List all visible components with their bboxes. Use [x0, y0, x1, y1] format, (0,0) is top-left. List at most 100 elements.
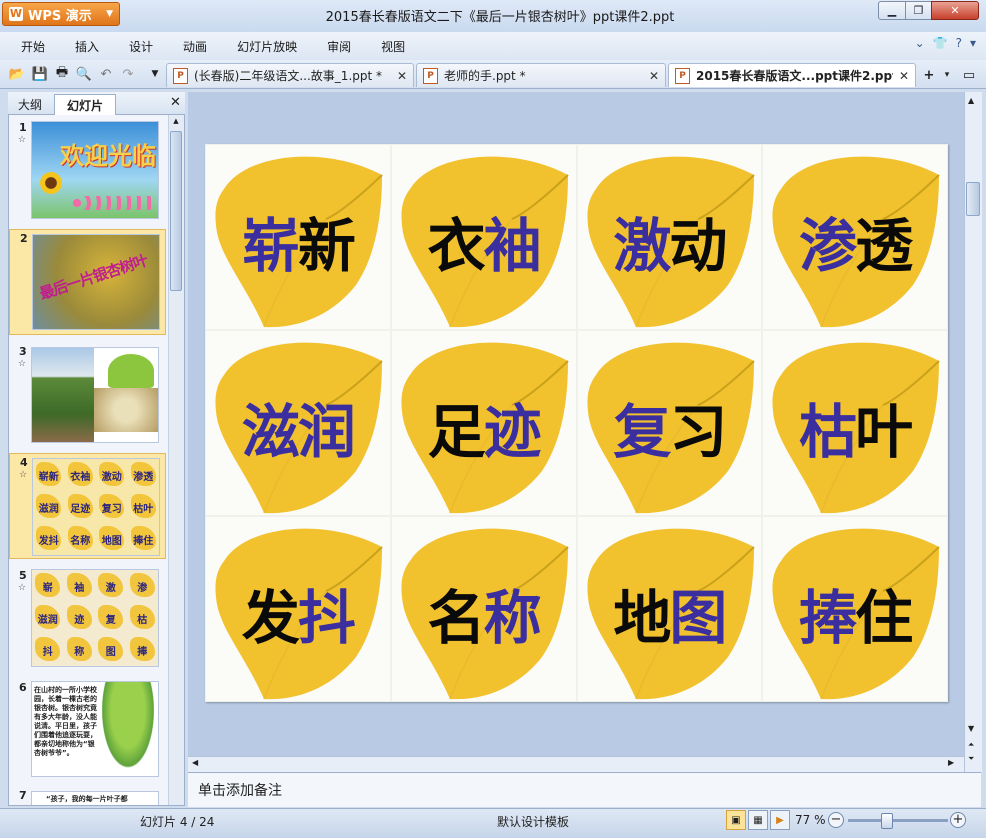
word-card: 滋润: [205, 330, 391, 516]
tab-outline[interactable]: 大纲: [10, 94, 50, 114]
slideshow-button[interactable]: ▶: [770, 810, 790, 830]
word-character: 枯: [799, 398, 857, 466]
normal-view-button[interactable]: ▣: [726, 810, 746, 830]
scroll-up-icon[interactable]: ▲: [968, 96, 974, 105]
thumbnail-word: 名称: [65, 523, 97, 555]
scroll-up-icon[interactable]: ▲: [171, 117, 181, 125]
word-card: 崭新: [205, 144, 391, 330]
tab-label: 老师的手.ppt *: [444, 69, 526, 83]
thumbnail-word-text: 崭: [42, 582, 53, 594]
thumbnail-slide-3[interactable]: 3 ☆: [9, 343, 166, 443]
shirt-skin-icon[interactable]: 👕: [933, 36, 948, 50]
next-slide-icon[interactable]: ⏷: [968, 754, 974, 764]
thumbnail-image: “孩子，我的每一片叶子都: [31, 791, 159, 805]
previous-slide-icon[interactable]: ⏶: [968, 740, 974, 750]
word-card: 捧住: [762, 516, 948, 702]
thumbnail-word-text: 称: [74, 646, 85, 658]
scrollbar-thumb[interactable]: [170, 131, 182, 291]
current-slide[interactable]: 崭新 衣袖 激动 渗透 滋润 足迹 复习 枯叶 发抖 名称 地图 捧住: [205, 144, 948, 702]
quick-access-dropdown-icon[interactable]: ▼: [146, 65, 164, 83]
zoom-slider-thumb[interactable]: [881, 813, 893, 829]
zoom-in-button[interactable]: +: [950, 812, 966, 828]
close-icon[interactable]: ✕: [899, 69, 909, 83]
zoom-out-button[interactable]: −: [828, 812, 844, 828]
thumbnail-word: 枯: [127, 602, 159, 634]
thumbnail-word-text: 复习: [101, 503, 122, 515]
chevron-down-icon[interactable]: ▾: [970, 36, 976, 50]
menu-view[interactable]: 视图: [366, 38, 420, 55]
open-folder-icon[interactable]: 📂: [8, 65, 26, 83]
tab-document-1[interactable]: P (长春版)二年级语文...故事_1.ppt * ✕: [166, 63, 414, 87]
play-icon: ▶: [776, 814, 784, 826]
close-icon[interactable]: ✕: [649, 69, 659, 83]
vocabulary-word: 崭新: [206, 199, 390, 283]
vocabulary-word: 地图: [578, 571, 762, 655]
thumbnail-slide-1[interactable]: 1 ☆ 欢迎光临: [9, 119, 166, 223]
notes-pane[interactable]: [188, 772, 981, 807]
menu-review[interactable]: 审阅: [312, 38, 366, 55]
close-icon[interactable]: ✕: [170, 95, 181, 110]
tab-slides[interactable]: 幻灯片: [54, 94, 116, 115]
slide-number: 4: [20, 456, 28, 469]
save-icon[interactable]: 💾: [31, 65, 49, 83]
menu-home[interactable]: 开始: [6, 38, 60, 55]
design-template-name[interactable]: 默认设计模板: [497, 813, 569, 830]
tab-document-3[interactable]: P 2015春长春版语文...ppt课件2.ppt ✕: [668, 63, 916, 87]
normal-view-icon: ▣: [731, 814, 741, 826]
menu-slideshow[interactable]: 幻灯片放映: [222, 38, 312, 55]
word-character: 叶: [855, 398, 913, 466]
thumbnail-slide-6[interactable]: 6 在山村的一所小学校园，长着一棵古老的银杏树。银杏树究竟有多大年龄，没人能说清…: [9, 679, 166, 779]
new-tab-icon[interactable]: +: [920, 66, 938, 84]
animation-star-icon: ☆: [19, 470, 28, 480]
vocabulary-word: 捧住: [763, 571, 947, 655]
wps-menu-button[interactable]: W WPS 演示 ▼: [2, 2, 120, 26]
undo-icon[interactable]: ↶: [97, 65, 115, 83]
thumbnail-word: 足迹: [65, 491, 97, 523]
word-card: 复习: [576, 330, 763, 516]
close-icon[interactable]: ✕: [397, 69, 407, 83]
thumbnail-word: 复: [95, 602, 127, 634]
ppt-file-icon: P: [423, 67, 438, 84]
thumbnail-word-text: 图: [105, 646, 116, 658]
word-character: 衣: [427, 212, 486, 280]
slide-number: 5: [19, 569, 27, 582]
thumbnail-slide-7[interactable]: 7 “孩子，我的每一片叶子都: [9, 787, 166, 805]
vertical-scrollbar[interactable]: ▲ ▼ ⏶ ⏷: [964, 92, 982, 772]
thumbnail-slide-4[interactable]: 4 ☆ 崭新 衣袖 激动 渗透 滋润 足迹 复习 枯叶 发抖 名称 地图 捧住: [9, 453, 166, 559]
slide-sorter-button[interactable]: ▦: [748, 810, 768, 830]
thumbnail-image: 最后一片银杏树叶: [32, 234, 160, 330]
word-character: 新: [297, 212, 356, 280]
help-icon[interactable]: ?: [956, 36, 962, 50]
zoom-slider-track[interactable]: [848, 819, 948, 822]
tab-document-2[interactable]: P 老师的手.ppt * ✕: [416, 63, 666, 87]
print-icon[interactable]: 🖶: [53, 65, 71, 83]
chevron-down-icon[interactable]: ⌄: [915, 36, 925, 50]
menu-design[interactable]: 设计: [114, 38, 168, 55]
thumbnail-image: [31, 347, 159, 443]
window-layout-icon[interactable]: ▭: [960, 66, 978, 84]
word-character: 渗: [799, 212, 857, 280]
thumbnail-word-text: 足迹: [70, 503, 91, 515]
thumbnail-image: 崭 袖 激 渗滋润 迹 复 枯抖 称 图 捧: [31, 569, 159, 667]
tab-list-dropdown-icon[interactable]: ▾: [938, 66, 956, 84]
close-button[interactable]: ✕: [931, 1, 979, 20]
chevron-down-icon: ▼: [106, 9, 113, 19]
scroll-right-icon[interactable]: ▶: [948, 758, 954, 767]
scroll-left-icon[interactable]: ◀: [192, 758, 198, 767]
menu-animation[interactable]: 动画: [168, 38, 222, 55]
window-title: 2015春长春版语文二下《最后一片银杏树叶》ppt课件2.ppt: [325, 10, 675, 25]
horizontal-scrollbar[interactable]: ◀ ▶: [188, 756, 964, 772]
menu-insert[interactable]: 插入: [60, 38, 114, 55]
word-character: 足: [427, 398, 486, 466]
redo-icon[interactable]: ↷: [119, 65, 137, 83]
minimize-button[interactable]: ▁: [878, 1, 906, 20]
thumbnail-slide-2[interactable]: 2 最后一片银杏树叶: [9, 229, 166, 335]
thumbnail-slide-5[interactable]: 5 ☆ 崭 袖 激 渗滋润 迹 复 枯抖 称 图 捧: [9, 567, 166, 671]
thumbnail-word: 称: [64, 634, 96, 666]
thumbnail-word: 袖: [64, 570, 96, 602]
print-preview-icon[interactable]: 🔍: [75, 65, 93, 83]
maximize-button[interactable]: ❐: [905, 1, 932, 20]
thumbnail-scrollbar[interactable]: ▲: [168, 115, 184, 805]
scrollbar-thumb[interactable]: [966, 182, 980, 216]
scroll-down-icon[interactable]: ▼: [968, 724, 974, 733]
